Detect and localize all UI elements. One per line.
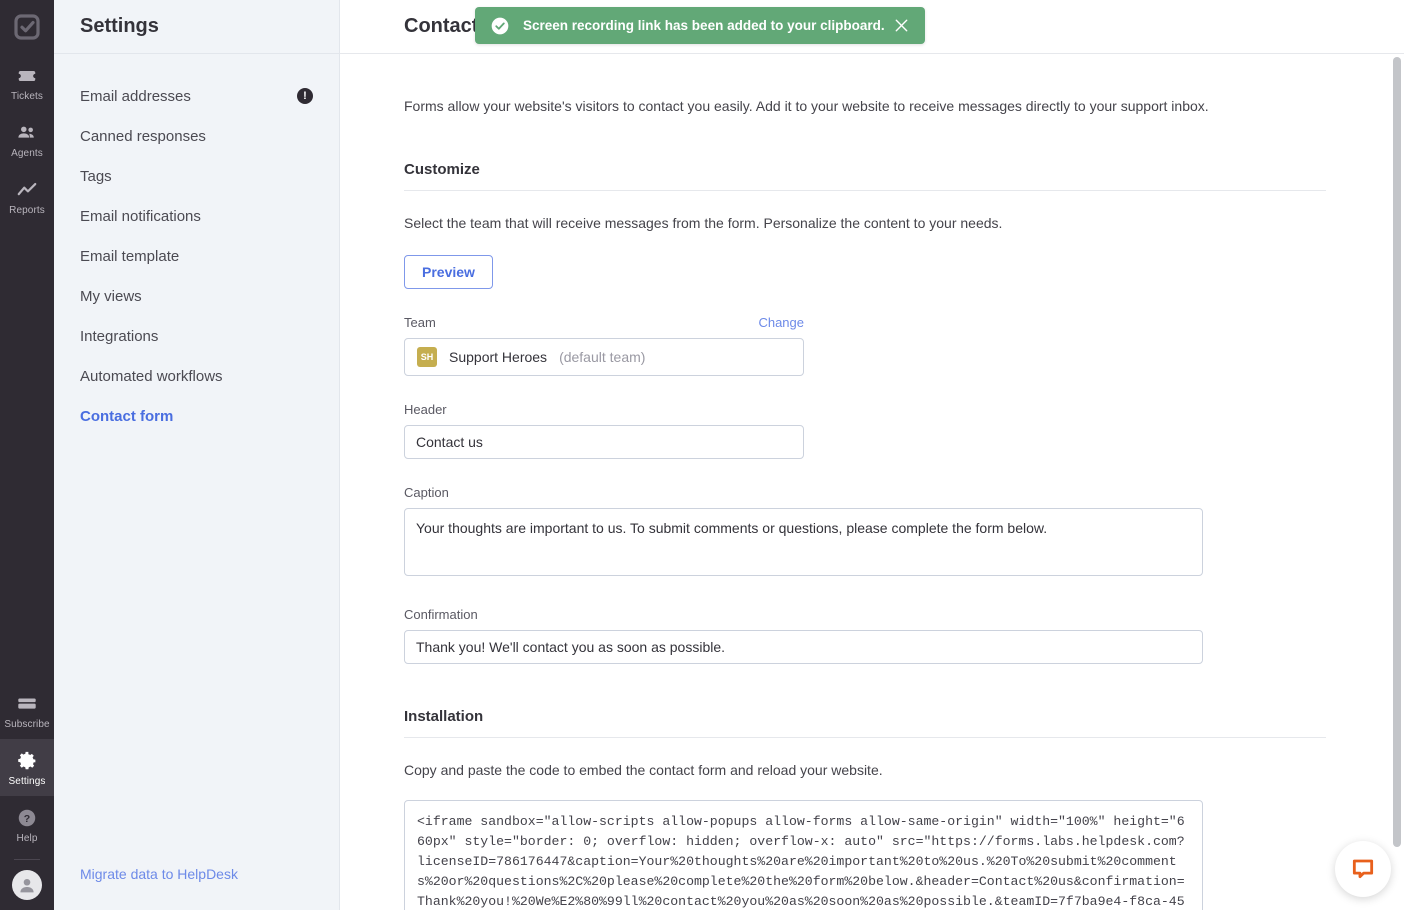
customize-description: Select the team that will receive messag… [404, 215, 1003, 231]
sidebar-item-email-template[interactable]: Email template [54, 236, 339, 276]
chat-widget-button[interactable] [1335, 841, 1391, 897]
user-avatar[interactable] [12, 870, 42, 900]
team-default-note: (default team) [559, 349, 646, 365]
rail-label-help: Help [16, 833, 38, 844]
migrate-data-link[interactable]: Migrate data to HelpDesk [80, 866, 238, 882]
header-field: Header [404, 402, 1404, 459]
sidebar-header: Settings [54, 0, 339, 54]
caption-field: Caption [404, 485, 1404, 581]
sidebar-item-label: Automated workflows [80, 367, 223, 385]
user-avatar-icon [20, 878, 34, 893]
settings-nav-list: Email addresses ! Canned responses Tags … [54, 54, 339, 866]
sidebar-footer: Migrate data to HelpDesk [54, 866, 339, 910]
rail-item-reports[interactable]: Reports [0, 168, 54, 225]
line-chart-icon [17, 182, 37, 196]
team-selector[interactable]: SH Support Heroes (default team) [404, 338, 804, 376]
sidebar-item-my-views[interactable]: My views [54, 276, 339, 316]
installation-section-title: Installation [404, 708, 484, 725]
main-scrollbar-thumb[interactable] [1393, 57, 1401, 847]
toast-notification: Screen recording link has been added to … [475, 7, 925, 44]
team-name: Support Heroes [449, 349, 548, 365]
credit-card-icon [18, 698, 36, 709]
header-input[interactable] [404, 425, 804, 459]
sidebar-item-automated-workflows[interactable]: Automated workflows [54, 356, 339, 396]
ticket-icon [18, 70, 36, 82]
sidebar-item-integrations[interactable]: Integrations [54, 316, 339, 356]
installation-description: Copy and paste the code to embed the con… [404, 762, 883, 778]
confirmation-field-label: Confirmation [404, 607, 478, 622]
rail-label-agents: Agents [11, 148, 43, 159]
sidebar-item-label: Email notifications [80, 207, 201, 225]
main-content-area: Contact form Forms allow your website's … [340, 0, 1404, 910]
primary-nav-rail: Tickets Agents Reports Subscribe Setting… [0, 0, 54, 910]
people-icon [18, 126, 34, 138]
sidebar-title: Settings [80, 15, 159, 37]
main-scrollbar-track[interactable] [1393, 55, 1401, 903]
sidebar-item-contact-form[interactable]: Contact form [54, 396, 339, 436]
preview-button[interactable]: Preview [404, 255, 493, 289]
team-avatar: SH [417, 347, 437, 367]
sidebar-item-canned-responses[interactable]: Canned responses [54, 116, 339, 156]
rail-divider [14, 859, 40, 860]
sidebar-item-label: Contact form [80, 407, 174, 425]
app-logo[interactable] [0, 0, 54, 54]
sidebar-item-label: Canned responses [80, 127, 206, 145]
section-divider [404, 737, 1326, 738]
caption-textarea[interactable] [404, 508, 1203, 576]
toast-message: Screen recording link has been added to … [523, 18, 885, 33]
rail-item-settings[interactable]: Settings [0, 739, 54, 796]
section-divider [404, 190, 1326, 191]
intro-text: Forms allow your website's visitors to c… [404, 98, 1209, 114]
rail-item-subscribe[interactable]: Subscribe [0, 682, 54, 739]
sidebar-item-tags[interactable]: Tags [54, 156, 339, 196]
settings-sidebar: Settings Email addresses ! Canned respon… [54, 0, 340, 910]
rail-item-agents[interactable]: Agents [0, 111, 54, 168]
sidebar-item-label: Email addresses [80, 87, 191, 105]
sidebar-item-label: Email template [80, 247, 180, 265]
header-field-label: Header [404, 402, 447, 417]
rail-item-tickets[interactable]: Tickets [0, 54, 54, 111]
toast-close-button[interactable] [891, 16, 911, 36]
sidebar-item-email-notifications[interactable]: Email notifications [54, 196, 339, 236]
rail-label-subscribe: Subscribe [4, 719, 50, 730]
gear-icon [18, 751, 36, 770]
close-icon [895, 19, 907, 32]
chat-bubble-icon [1352, 859, 1374, 879]
app-root: Tickets Agents Reports Subscribe Setting… [0, 0, 1404, 910]
embed-code-text: <iframe sandbox="allow-scripts allow-pop… [417, 814, 1185, 909]
question-circle-icon: ? [18, 809, 36, 827]
embed-code-box[interactable]: <iframe sandbox="allow-scripts allow-pop… [404, 800, 1203, 910]
sidebar-item-label: Integrations [80, 327, 159, 345]
team-field-row: Team Change [404, 315, 804, 330]
check-circle-icon [491, 17, 509, 34]
alert-badge-icon: ! [297, 88, 313, 104]
confirmation-input[interactable] [404, 630, 1203, 664]
contact-form-settings: Forms allow your website's visitors to c… [340, 54, 1404, 910]
customize-section-title: Customize [404, 161, 480, 178]
team-field: Team Change SH Support Heroes (default t… [404, 315, 1404, 376]
rail-label-settings: Settings [8, 776, 46, 787]
rail-item-help[interactable]: ? Help [0, 796, 54, 853]
rail-label-tickets: Tickets [11, 91, 43, 102]
caption-field-label: Caption [404, 485, 449, 500]
sidebar-item-email-addresses[interactable]: Email addresses ! [54, 76, 339, 116]
rail-label-reports: Reports [9, 205, 45, 216]
sidebar-item-label: My views [80, 287, 142, 305]
svg-text:?: ? [24, 813, 30, 825]
change-team-link[interactable]: Change [758, 315, 804, 330]
confirmation-field: Confirmation [404, 607, 1404, 664]
checkbox-check-logo-icon [14, 14, 40, 40]
sidebar-item-label: Tags [80, 167, 112, 185]
team-label: Team [404, 315, 436, 330]
